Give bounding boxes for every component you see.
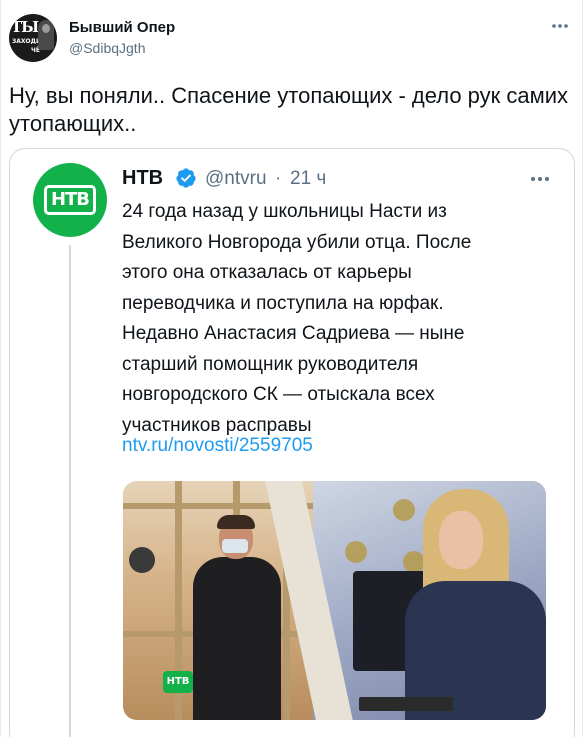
quoted-author-name[interactable]: НТВ <box>122 167 163 190</box>
news-link[interactable]: ntv.ru/novosti/2559705 <box>122 435 313 457</box>
avatar-text-big: ТЫ <box>11 18 39 36</box>
more-dots-glyph <box>531 177 549 181</box>
emblem-icon <box>393 499 415 521</box>
more-dots-icon[interactable] <box>548 16 572 36</box>
ntv-watermark: НТВ <box>163 671 193 693</box>
ntv-logo-icon: НТВ <box>44 185 96 215</box>
ntv-logo-text: НТВ <box>50 189 90 210</box>
avatar-text-mid: ЗАХОДИ <box>12 38 41 45</box>
quoted-tweet-card[interactable]: НТВ НТВ @ntvru · 21 ч 24 года назад у шк… <box>9 148 575 737</box>
emblem-icon <box>403 551 425 573</box>
face-mask <box>222 539 248 553</box>
quoted-text-line: Недавно Анастасия Садриева — ныне <box>122 323 465 344</box>
quoted-author-handle[interactable]: @ntvru <box>205 168 267 190</box>
tweet-text: Ну, вы поняли.. Спасение утопающих - дел… <box>9 83 569 136</box>
quoted-text-line: новгородского СК — отыскала всех <box>122 384 435 405</box>
more-dots-icon[interactable] <box>526 169 554 189</box>
quoted-time[interactable]: 21 ч <box>290 168 326 190</box>
author-handle[interactable]: @SdibqJgth <box>69 40 145 56</box>
microphone <box>129 547 155 573</box>
quoted-text-line: этого она отказалась от карьеры <box>122 262 412 283</box>
quoted-text-line: переводчика и поступила на юрфак. <box>122 292 444 314</box>
author-name[interactable]: Бывший Опер <box>69 19 175 36</box>
tweet-header: ТЫ ЗАХОДИ ЧЁ Бывший Опер @SdibqJgth <box>9 14 572 64</box>
defendant-hair <box>217 515 255 529</box>
media-image[interactable]: НТВ <box>123 481 546 720</box>
thread-line <box>69 245 71 737</box>
quoted-tweet-text: 24 года назад у школьницы Насти из Велик… <box>122 197 552 441</box>
keyboard <box>359 697 453 711</box>
investigator-face <box>439 511 483 569</box>
emblem-icon <box>345 541 367 563</box>
ntv-avatar[interactable]: НТВ <box>33 163 107 237</box>
separator-dot: · <box>275 168 282 189</box>
defendant-body <box>193 557 281 720</box>
tweet-container: ТЫ ЗАХОДИ ЧЁ Бывший Опер @SdibqJgth Ну, … <box>0 0 583 737</box>
quoted-text-line: Великого Новгорода убили отца. После <box>122 231 472 253</box>
more-dots-glyph <box>552 24 568 28</box>
verified-badge-icon <box>176 168 196 188</box>
quoted-text-line: 24 года назад у школьницы Насти из <box>122 201 447 222</box>
avatar-face <box>42 24 50 33</box>
avatar[interactable]: ТЫ ЗАХОДИ ЧЁ <box>9 14 57 62</box>
quoted-text-line: старший помощник руководителя <box>122 353 419 375</box>
